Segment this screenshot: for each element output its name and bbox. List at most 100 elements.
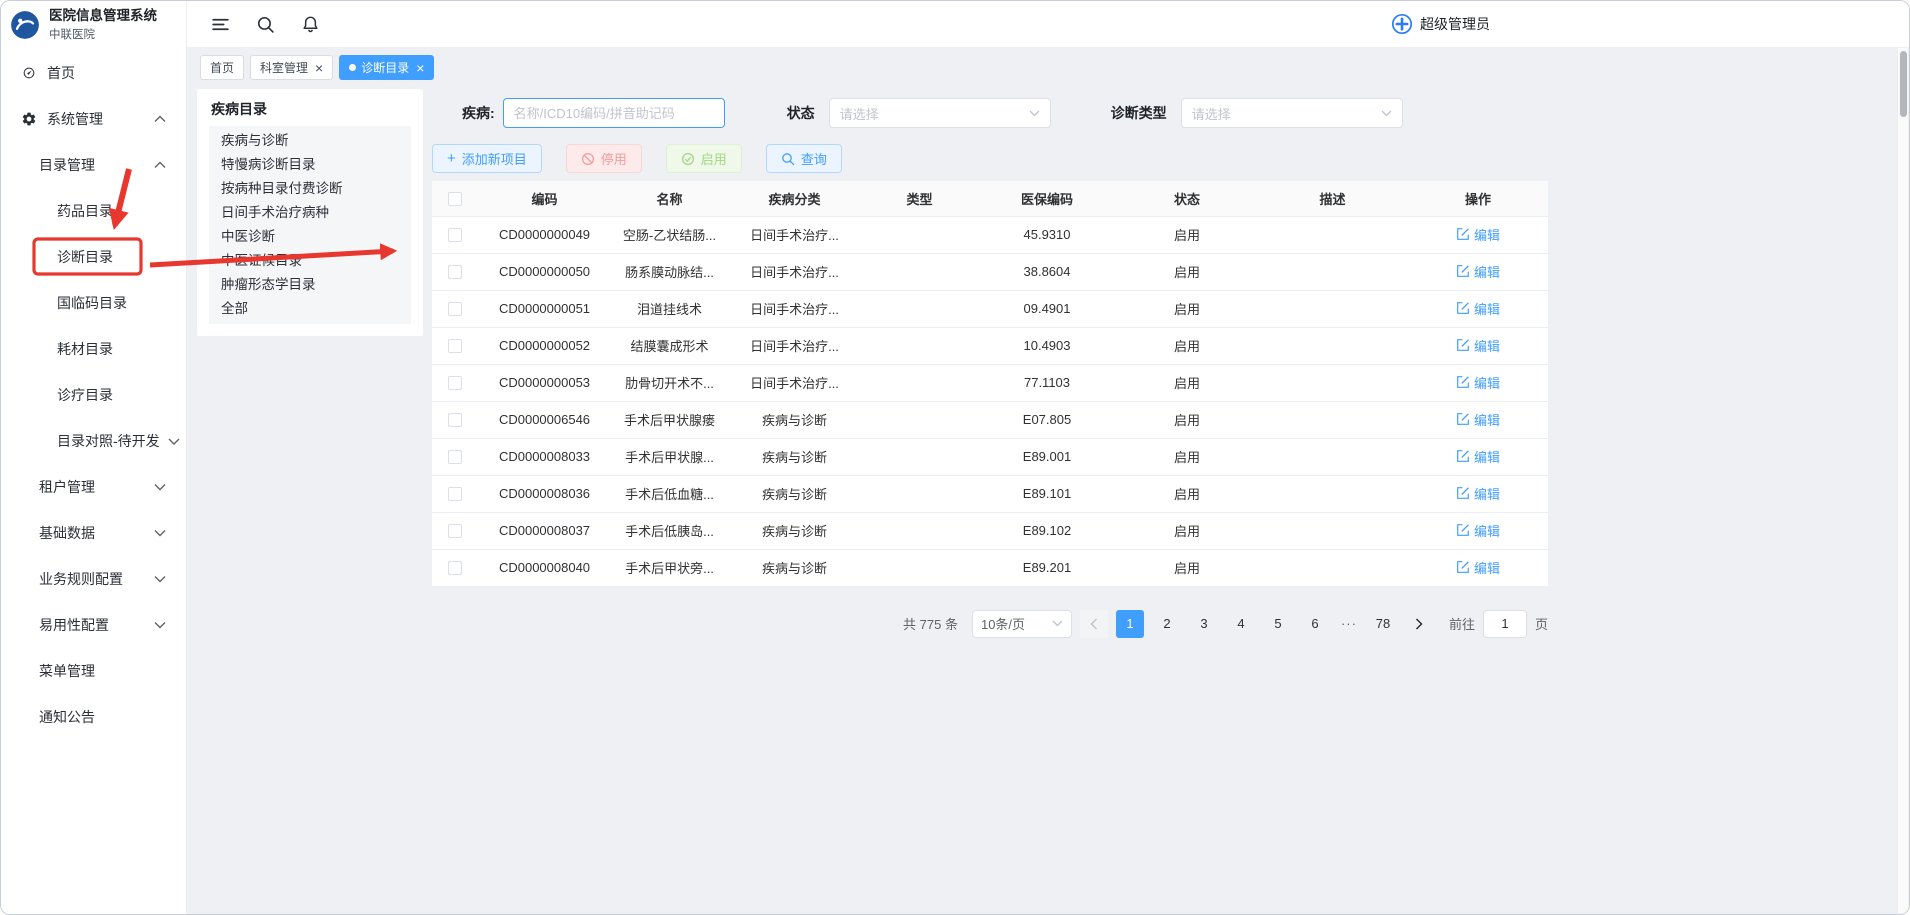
row-checkbox[interactable] (448, 339, 462, 353)
sidebar-item-drug-catalog[interactable]: 药品目录 (1, 188, 186, 234)
chevron-down-icon (1381, 110, 1392, 117)
column-header-category: 疾病分类 (727, 181, 862, 216)
catalog-item[interactable]: 按病种目录付费诊断 (209, 177, 411, 201)
tab-diagnosis-catalog[interactable]: 诊断目录 × (339, 55, 434, 80)
cell-code: CD0000000053 (477, 364, 612, 401)
page-number-button[interactable]: 5 (1264, 610, 1292, 638)
disease-search-input[interactable] (503, 98, 725, 128)
catalog-item[interactable]: 特慢病诊断目录 (209, 153, 411, 177)
edit-icon (1456, 227, 1470, 241)
edit-button[interactable]: 编辑 (1456, 262, 1500, 281)
page-number-button[interactable]: 1 (1116, 610, 1144, 638)
page-number-button[interactable]: 4 (1227, 610, 1255, 638)
page-size-select[interactable]: 10条/页 (972, 610, 1072, 638)
last-page-button[interactable]: 78 (1369, 610, 1397, 638)
query-button[interactable]: 查询 (766, 144, 842, 173)
sidebar-item-label: 易用性配置 (39, 615, 109, 635)
add-item-button[interactable]: + 添加新项目 (432, 144, 542, 173)
disable-button[interactable]: 停用 (566, 144, 642, 173)
edit-button[interactable]: 编辑 (1456, 373, 1500, 392)
sidebar-item-system-mgmt[interactable]: 系统管理 (1, 96, 186, 142)
sidebar-item-label: 诊疗目录 (57, 385, 113, 405)
row-checkbox[interactable] (448, 302, 462, 316)
row-checkbox[interactable] (448, 265, 462, 279)
diagnosis-type-select[interactable]: 请选择 (1181, 98, 1403, 128)
cell-type (862, 549, 977, 586)
chevron-up-icon (154, 162, 166, 169)
cell-insurance-code: E07.805 (977, 401, 1117, 438)
cell-name: 手术后甲状腺... (612, 438, 727, 475)
edit-button[interactable]: 编辑 (1456, 410, 1500, 429)
catalog-item[interactable]: 日间手术治疗病种 (209, 201, 411, 225)
edit-button[interactable]: 编辑 (1456, 558, 1500, 577)
catalog-item[interactable]: 中医诊断 (209, 225, 411, 249)
cell-type (862, 290, 977, 327)
close-icon[interactable]: × (416, 61, 424, 75)
row-checkbox[interactable] (448, 376, 462, 390)
edit-button[interactable]: 编辑 (1456, 225, 1500, 244)
status-select[interactable]: 请选择 (829, 98, 1051, 128)
sidebar-item-usability-config[interactable]: 易用性配置 (1, 602, 186, 648)
page-number-list: 1 2 3 4 5 6 (1116, 610, 1329, 638)
page-number-button[interactable]: 2 (1153, 610, 1181, 638)
sidebar-item-national-code-catalog[interactable]: 国临码目录 (1, 280, 186, 326)
edit-button[interactable]: 编辑 (1456, 484, 1500, 503)
goto-page-input[interactable] (1483, 610, 1527, 638)
cell-code: CD0000000049 (477, 216, 612, 253)
page-number-button[interactable]: 3 (1190, 610, 1218, 638)
catalog-item[interactable]: 全部 (209, 297, 411, 321)
edit-button[interactable]: 编辑 (1456, 447, 1500, 466)
edit-icon (1456, 412, 1470, 426)
user-menu[interactable]: 超级管理员 (1391, 1, 1490, 47)
sidebar-item-catalog-mgmt[interactable]: 目录管理 (1, 142, 186, 188)
row-checkbox[interactable] (448, 228, 462, 242)
cell-status: 启用 (1117, 290, 1257, 327)
edit-button[interactable]: 编辑 (1456, 521, 1500, 540)
select-all-checkbox[interactable] (448, 192, 462, 206)
row-checkbox[interactable] (448, 450, 462, 464)
sidebar-item-diagnosis-catalog[interactable]: 诊断目录 (1, 234, 186, 280)
scrollbar[interactable] (1897, 48, 1908, 913)
sidebar-item-notice[interactable]: 通知公告 (1, 694, 186, 740)
catalog-item[interactable]: 肿瘤形态学目录 (209, 273, 411, 297)
close-icon[interactable]: × (315, 61, 323, 75)
active-tab-dot (349, 64, 356, 71)
sidebar-item-home[interactable]: 首页 (1, 50, 186, 96)
sidebar-item-consumable-catalog[interactable]: 耗材目录 (1, 326, 186, 372)
sidebar-item-catalog-compare[interactable]: 目录对照-待开发 (1, 418, 186, 464)
toolbar: + 添加新项目 停用 启用 (432, 144, 1548, 173)
tab-dept-mgmt[interactable]: 科室管理 × (250, 55, 333, 80)
cell-name: 肋骨切开术不... (612, 364, 727, 401)
row-checkbox[interactable] (448, 413, 462, 427)
sidebar-item-business-rules[interactable]: 业务规则配置 (1, 556, 186, 602)
cell-description (1257, 438, 1408, 475)
prev-page-button[interactable] (1080, 610, 1108, 638)
edit-button[interactable]: 编辑 (1456, 336, 1500, 355)
edit-icon (1456, 338, 1470, 352)
cell-insurance-code: 77.1103 (977, 364, 1117, 401)
search-icon[interactable] (256, 15, 275, 34)
cell-type (862, 216, 977, 253)
filter-row: 疾病: 状态 请选择 诊断类型 请选择 (432, 98, 1548, 128)
row-checkbox[interactable] (448, 487, 462, 501)
next-page-button[interactable] (1405, 610, 1433, 638)
sidebar-item-label: 系统管理 (47, 109, 103, 129)
sidebar-item-tenant-mgmt[interactable]: 租户管理 (1, 464, 186, 510)
edit-button[interactable]: 编辑 (1456, 299, 1500, 318)
page-number-button[interactable]: 6 (1301, 610, 1329, 638)
enable-button[interactable]: 启用 (666, 144, 742, 173)
collapse-menu-icon[interactable] (211, 15, 230, 34)
sidebar-item-treatment-catalog[interactable]: 诊疗目录 (1, 372, 186, 418)
cell-code: CD0000000052 (477, 327, 612, 364)
sidebar-item-label: 租户管理 (39, 477, 95, 497)
scrollbar-thumb[interactable] (1900, 51, 1907, 117)
goto-label: 前往 (1449, 614, 1475, 633)
row-checkbox[interactable] (448, 561, 462, 575)
row-checkbox[interactable] (448, 524, 462, 538)
tab-home[interactable]: 首页 (200, 55, 244, 80)
bell-icon[interactable] (301, 15, 320, 34)
sidebar-item-menu-mgmt[interactable]: 菜单管理 (1, 648, 186, 694)
catalog-item[interactable]: 中医证候目录 (209, 249, 411, 273)
catalog-item[interactable]: 疾病与诊断 (209, 129, 411, 153)
sidebar-item-base-data[interactable]: 基础数据 (1, 510, 186, 556)
